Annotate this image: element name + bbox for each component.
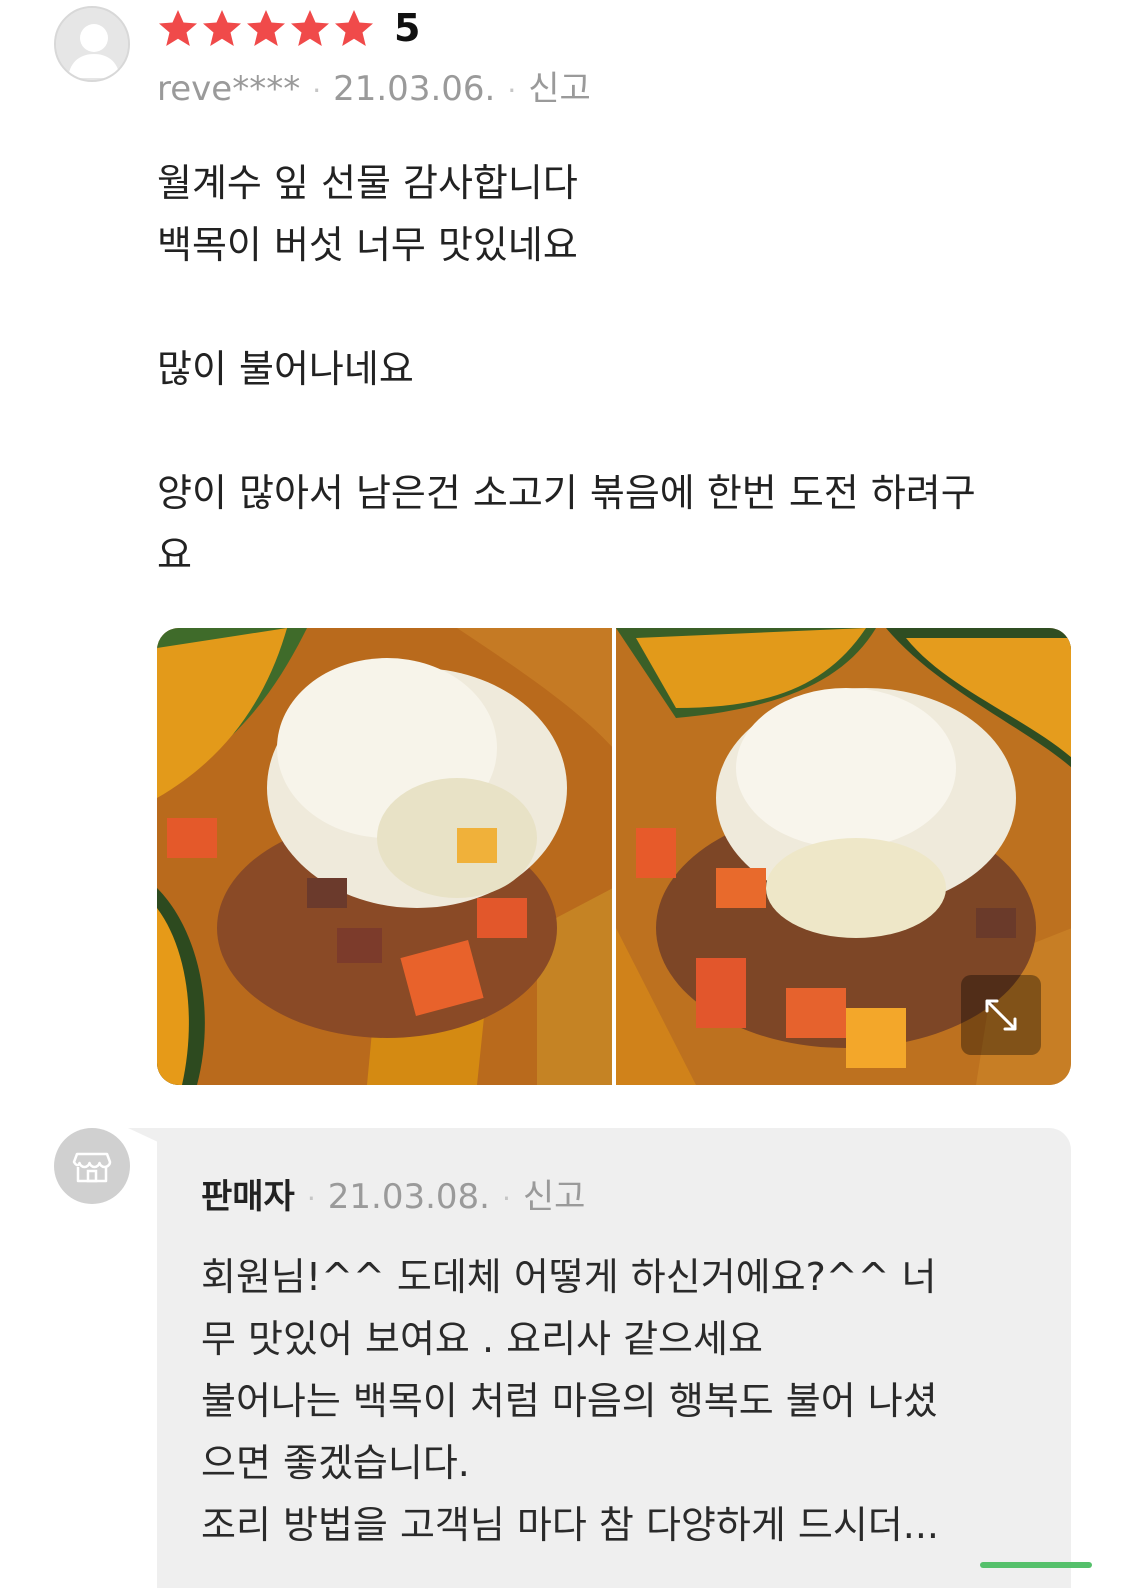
reply-text-line: 무 맛있어 보여요 . 요리사 같으세요 xyxy=(201,1317,763,1361)
reply-report-link[interactable]: 신고 xyxy=(523,1177,586,1217)
reply-text-line: 불어나는 백목이 처럼 마음의 행복도 불어 나셨 xyxy=(201,1379,938,1423)
star-icon xyxy=(291,10,329,46)
review-meta: reve**** · 21.03.06. · 신고 xyxy=(157,66,591,114)
expand-button[interactable] xyxy=(961,975,1041,1055)
rating-score: 5 xyxy=(394,6,421,50)
reply-text-line: 조리 방법을 고객님 마다 참 다양하게 드시더... xyxy=(201,1503,939,1547)
reply-text: 회원님!^^ 도데체 어떻게 하신거에요?^^ 너무 맛있어 보여요 . 요리사… xyxy=(201,1246,1041,1556)
meta-separator: · xyxy=(312,73,322,107)
reply-text-line: 회원님!^^ 도데체 어떻게 하신거에요?^^ 너 xyxy=(201,1255,937,1299)
star-icon xyxy=(335,10,373,46)
reply-author: 판매자 xyxy=(201,1177,295,1217)
review-photos[interactable] xyxy=(157,628,1071,1085)
seller-avatar xyxy=(54,1128,130,1204)
review-text-line: 양이 많아서 남은건 소고기 볶음에 한번 도전 하려구 xyxy=(157,471,976,515)
rating-stars xyxy=(156,8,376,48)
review-text: 월계수 잎 선물 감사합니다백목이 버섯 너무 맛있네요 많이 불어나네요 양이… xyxy=(157,152,1077,586)
expand-icon xyxy=(985,999,1017,1031)
meta-separator: · xyxy=(501,1181,511,1215)
review-date: 21.03.06. xyxy=(333,69,496,109)
star-icon xyxy=(159,10,197,46)
scroll-indicator xyxy=(980,1562,1092,1568)
review-text-line: 백목이 버섯 너무 맛있네요 xyxy=(157,223,578,267)
review-text-line: 요 xyxy=(157,533,192,577)
reviewer-id: reve**** xyxy=(157,69,301,109)
star-icon xyxy=(247,10,285,46)
star-icon xyxy=(203,10,241,46)
review-photo-1[interactable] xyxy=(157,628,612,1085)
report-link[interactable]: 신고 xyxy=(528,69,591,109)
meta-separator: · xyxy=(507,73,517,107)
reply-meta: 판매자 · 21.03.08. · 신고 xyxy=(201,1174,585,1222)
review-photo-2[interactable] xyxy=(616,628,1071,1085)
user-silhouette-icon xyxy=(56,8,128,80)
review-text-line: 월계수 잎 선물 감사합니다 xyxy=(157,161,578,205)
reply-date: 21.03.08. xyxy=(327,1177,490,1217)
store-icon xyxy=(72,1152,112,1183)
reply-bubble-tail xyxy=(128,1128,158,1142)
review-text-line: 많이 불어나네요 xyxy=(157,347,414,391)
meta-separator: · xyxy=(306,1181,316,1215)
user-avatar xyxy=(54,6,130,82)
reply-text-line: 으면 좋겠습니다. xyxy=(201,1441,470,1485)
food-photo-icon xyxy=(157,628,612,1085)
